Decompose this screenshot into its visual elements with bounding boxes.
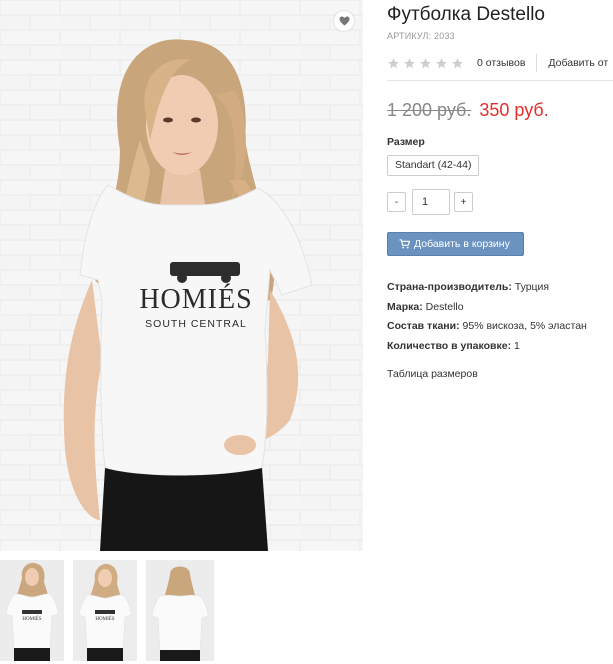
divider (387, 80, 613, 81)
product-title: Футболка Destello (387, 4, 545, 25)
property-row: Страна-производитель: Турция (387, 278, 613, 298)
star-icon[interactable] (451, 57, 464, 70)
thumbnail-front-2[interactable]: HOMIÉS (73, 560, 137, 661)
star-icon[interactable] (387, 57, 400, 70)
thumbnail-back[interactable] (146, 560, 214, 661)
product-properties: Страна-производитель: Турция Марка: Dest… (387, 278, 613, 356)
add-to-cart-button[interactable]: Добавить в корзину (387, 232, 524, 256)
add-to-cart-label: Добавить в корзину (414, 238, 510, 250)
property-row: Марка: Destello (387, 298, 613, 318)
product-info: Футболка Destello АРТИКУЛ: 2033 0 отзыво… (387, 0, 613, 380)
star-icon[interactable] (435, 57, 448, 70)
model-photo: HOMIÉS SOUTH CENTRAL (0, 0, 363, 551)
thumbnail-strip: HOMIÉS HOMIÉS (0, 560, 214, 661)
size-option-button[interactable]: Standart (42-44) (387, 155, 480, 176)
property-row: Состав ткани: 95% вискоза, 5% эластан (387, 317, 613, 337)
property-key: Количество в упаковке: (387, 339, 512, 352)
star-icon[interactable] (403, 57, 416, 70)
rating-stars[interactable] (387, 57, 464, 70)
quantity-plus-button[interactable]: + (454, 192, 473, 212)
property-key: Состав ткани: (387, 320, 460, 332)
divider (536, 54, 538, 72)
current-price: 350 руб. (479, 100, 549, 120)
quantity-input[interactable] (412, 189, 450, 215)
star-icon[interactable] (419, 57, 432, 70)
svg-text:HOMIÉS: HOMIÉS (22, 616, 41, 622)
cart-icon (399, 239, 410, 249)
property-row: Количество в упаковке: 1 (387, 337, 613, 357)
product-main-image[interactable]: HOMIÉS SOUTH CENTRAL (0, 0, 363, 551)
property-value: Destello (425, 300, 464, 313)
property-key: Страна-производитель: (387, 281, 512, 293)
reviews-link[interactable]: 0 отзывов (477, 57, 525, 69)
shirt-print-title: HOMIÉS (139, 284, 252, 315)
property-key: Марка: (387, 300, 423, 313)
property-value: Турция (514, 281, 550, 293)
size-table-link[interactable]: Таблица размеров (387, 368, 613, 380)
shirt-print-subtitle: SOUTH CENTRAL (145, 318, 247, 330)
property-value: 95% вискоза, 5% эластан (462, 320, 587, 332)
svg-text:HOMIÉS: HOMIÉS (95, 616, 114, 622)
quantity-stepper: - + (387, 189, 613, 215)
price-block: 1 200 руб. 350 руб. (387, 100, 613, 121)
thumbnail-front-1[interactable]: HOMIÉS (0, 560, 64, 661)
wishlist-button[interactable] (334, 11, 354, 31)
property-value: 1 (514, 339, 520, 352)
rating-row: 0 отзывов Добавить от (387, 54, 613, 72)
product-sku: АРТИКУЛ: 2033 (387, 31, 455, 41)
heart-icon (339, 16, 349, 26)
product-page: HOMIÉS SOUTH CENTRAL HOMIÉS HOMIÉS Футбо… (0, 0, 613, 664)
size-label: Размер (387, 136, 425, 148)
old-price: 1 200 руб. (387, 100, 472, 120)
quantity-minus-button[interactable]: - (387, 192, 406, 212)
add-review-link[interactable]: Добавить от (548, 57, 608, 69)
